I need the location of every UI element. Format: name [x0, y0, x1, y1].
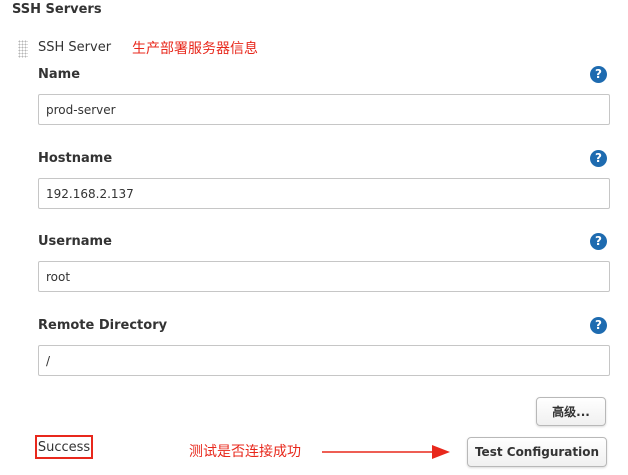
name-label: Name [38, 67, 81, 82]
help-icon[interactable]: ? [590, 317, 607, 334]
status-text: Success [35, 435, 93, 459]
section-title: SSH Servers [12, 2, 102, 17]
test-configuration-button[interactable]: Test Configuration [467, 437, 607, 467]
drag-handle-icon[interactable] [18, 40, 28, 58]
name-input[interactable] [38, 94, 610, 125]
ssh-server-label: SSH Server [38, 40, 112, 55]
help-icon[interactable]: ? [590, 150, 607, 167]
hostname-input[interactable] [38, 178, 610, 209]
remote-directory-input[interactable] [38, 345, 610, 376]
arrow-right-icon [322, 445, 450, 459]
username-label: Username [38, 234, 112, 249]
remote-directory-label: Remote Directory [38, 318, 168, 333]
test-annotation: 测试是否连接成功 [189, 444, 301, 460]
hostname-label: Hostname [38, 151, 113, 166]
help-icon[interactable]: ? [590, 233, 607, 250]
username-input[interactable] [38, 261, 610, 292]
advanced-button[interactable]: 高级... [536, 397, 606, 426]
server-annotation: 生产部署服务器信息 [132, 41, 258, 57]
help-icon[interactable]: ? [590, 66, 607, 83]
